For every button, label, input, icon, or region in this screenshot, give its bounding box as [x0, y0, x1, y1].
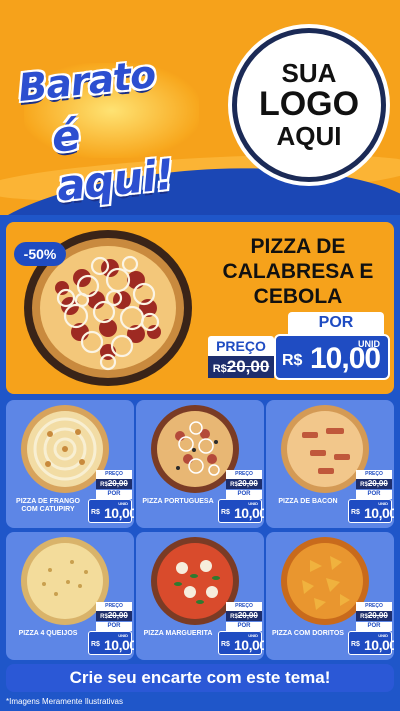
new-price-box: UNID R$ 10,00 [274, 334, 390, 380]
price-currency: R$ [351, 509, 360, 516]
por-label: POR [288, 312, 384, 334]
price-value: 10,00 [364, 637, 394, 653]
price-currency: R$ [221, 641, 230, 648]
product-name: PIZZA 4 QUEIJOS [18, 630, 78, 637]
price-currency: R$ [221, 509, 230, 516]
product-name: PIZZA DE FRANGO COM CATUPIRY [16, 498, 80, 514]
brand-logo: Barato é aqui! [14, 52, 204, 211]
old-price: R$20,00 [96, 479, 132, 489]
por-label: POR [356, 622, 392, 631]
price-currency: R$ [282, 352, 303, 369]
price-currency: R$ [91, 509, 100, 516]
price-currency: R$ [91, 641, 100, 648]
preco-label: PREÇO [356, 470, 392, 479]
product-card[interactable]: PIZZA COM DORITOS PREÇO R$20,00 POR UNID… [266, 532, 394, 660]
preco-label: PREÇO [226, 602, 262, 611]
old-price-currency: R$ [212, 363, 227, 375]
old-price-currency: R$ [230, 482, 238, 488]
price-value: 10,00 [364, 505, 394, 521]
old-price-value: 20,00 [237, 611, 258, 620]
product-name: PIZZA PORTUGUESA [142, 498, 214, 505]
price-currency: R$ [351, 641, 360, 648]
logo-placeholder[interactable]: SUA LOGO AQUI [232, 28, 386, 182]
price-value: 10,00 [234, 505, 264, 521]
product-card[interactable]: PIZZA DE FRANGO COM CATUPIRY PREÇO R$20,… [6, 400, 134, 528]
old-price-value: 20,00 [226, 357, 270, 376]
product-card[interactable]: PIZZA PORTUGUESA PREÇO R$20,00 POR UNID … [136, 400, 264, 528]
logo-text-line1: SUA [281, 57, 337, 88]
old-price-currency: R$ [230, 614, 238, 620]
old-price-currency: R$ [360, 614, 368, 620]
old-price-currency: R$ [100, 614, 108, 620]
old-price-value: 20,00 [367, 479, 388, 488]
new-price-box: UNID R$ 10,00 [88, 499, 134, 523]
new-price-box: UNID R$ 10,00 [88, 631, 134, 655]
old-price-currency: R$ [360, 482, 368, 488]
old-price: R$20,00 [226, 479, 262, 489]
old-price: R$20,00 [96, 611, 132, 621]
discount-badge: -50% [14, 242, 66, 266]
price-value: 10,00 [310, 342, 381, 375]
old-price-value: 20,00 [367, 611, 388, 620]
old-price-value: 20,00 [237, 479, 258, 488]
old-price: R$20,00 [356, 611, 392, 621]
preco-label: PREÇO [96, 602, 132, 611]
por-label: POR [356, 490, 392, 499]
new-price-box: UNID R$ 10,00 [218, 499, 264, 523]
old-price-value: 20,00 [107, 479, 128, 488]
old-price-value: 20,00 [107, 611, 128, 620]
por-label: POR [226, 622, 262, 631]
preco-label: PREÇO [356, 602, 392, 611]
logo-text-line2: LOGO [258, 85, 360, 124]
new-price-box: UNID R$ 10,00 [218, 631, 264, 655]
product-name: PIZZA COM DORITOS [272, 630, 344, 637]
old-price: R$20,00 [226, 611, 262, 621]
featured-product-title: PIZZA DE CALABRESA E CEBOLA [222, 235, 374, 309]
create-flyer-button[interactable]: Crie seu encarte com este tema! [6, 664, 394, 692]
new-price-box: UNID R$ 10,00 [348, 499, 394, 523]
preco-label: PREÇO [226, 470, 262, 479]
product-name: PIZZA DE BACON [278, 498, 338, 505]
old-price: R$20,00 [356, 479, 392, 489]
new-price-box: UNID R$ 10,00 [348, 631, 394, 655]
brand-line2: é aqui! [49, 110, 176, 211]
old-price: R$20,00 [208, 356, 274, 378]
product-card[interactable]: PIZZA 4 QUEIJOS PREÇO R$20,00 POR UNID R… [6, 532, 134, 660]
product-card[interactable]: PIZZA MARGUERITA PREÇO R$20,00 POR UNID … [136, 532, 264, 660]
por-label: POR [96, 622, 132, 631]
price-value: 10,00 [104, 637, 134, 653]
product-card[interactable]: PIZZA DE BACON PREÇO R$20,00 POR UNID R$… [266, 400, 394, 528]
disclaimer-text: *Imagens Meramente Ilustrativas [6, 697, 123, 706]
price-value: 10,00 [104, 505, 134, 521]
featured-product-card[interactable]: -50% PIZZA DE CALABRESA E CEBOLA POR PRE… [6, 222, 394, 394]
old-price-currency: R$ [100, 482, 108, 488]
preco-label: PREÇO [208, 336, 274, 356]
product-name: PIZZA MARGUERITA [143, 630, 213, 637]
price-value: 10,00 [234, 637, 264, 653]
por-label: POR [96, 490, 132, 499]
header-banner: Barato é aqui! SUA LOGO AQUI [0, 0, 400, 215]
por-label: POR [226, 490, 262, 499]
logo-text-line3: AQUI [276, 120, 342, 151]
preco-label: PREÇO [96, 470, 132, 479]
